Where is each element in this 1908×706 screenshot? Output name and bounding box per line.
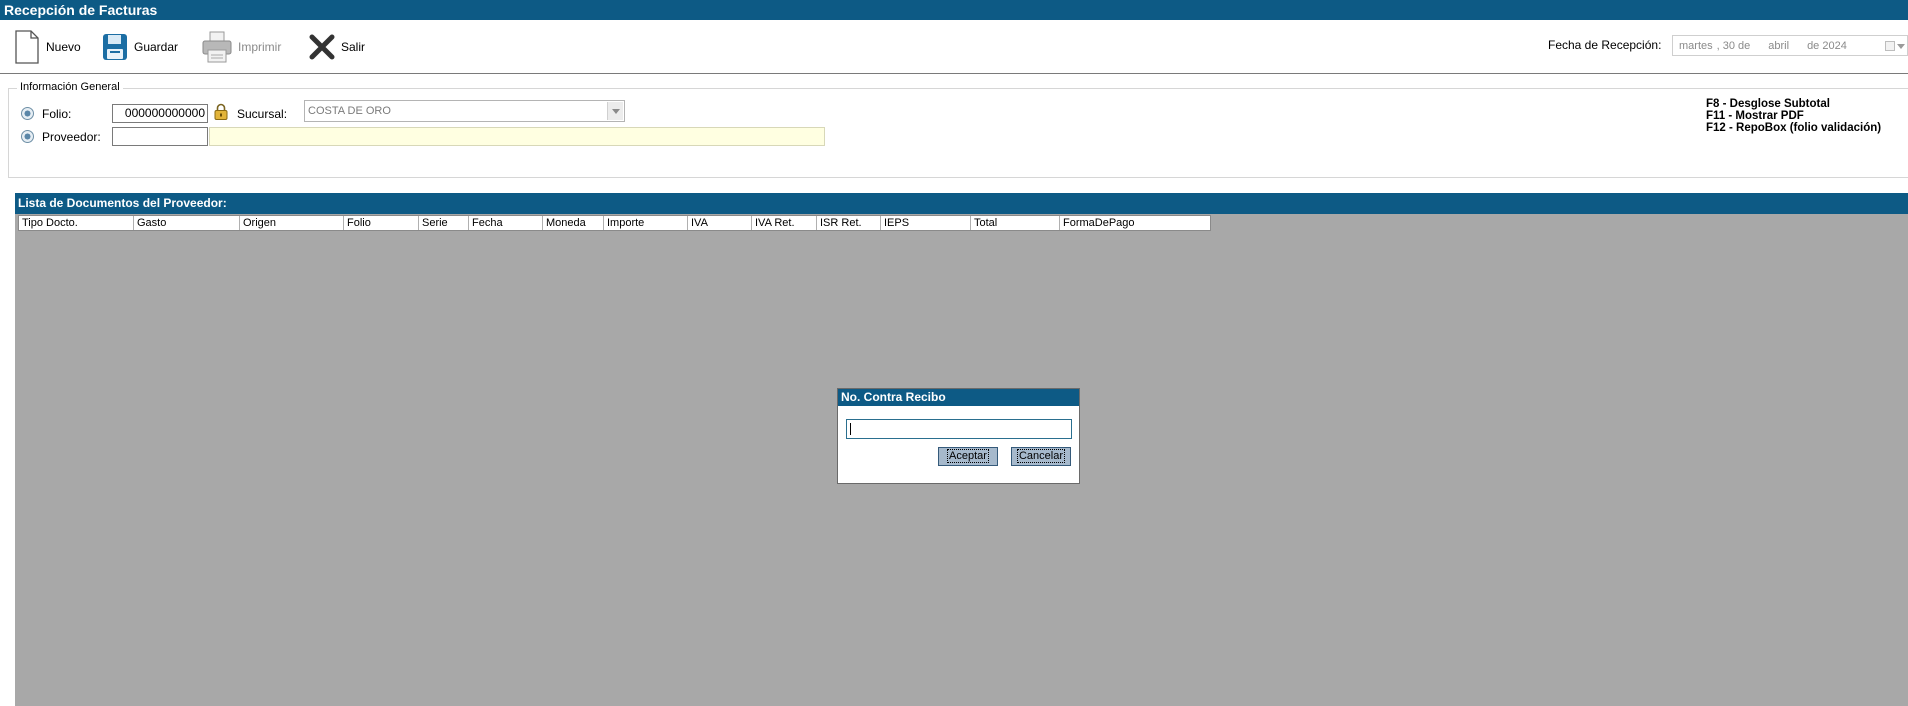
column-header[interactable]: Moneda	[543, 216, 604, 230]
column-header[interactable]: Folio	[344, 216, 419, 230]
folio-input[interactable]: 000000000000	[112, 104, 208, 123]
close-icon	[309, 34, 335, 60]
column-header[interactable]: Serie	[419, 216, 469, 230]
sucursal-label: Sucursal:	[237, 107, 288, 121]
chevron-down-icon	[607, 102, 623, 120]
reception-date-picker[interactable]: martes , 30 de abril de 2024	[1672, 35, 1908, 56]
reception-date-label: Fecha de Recepción:	[1548, 38, 1662, 52]
contra-recibo-input[interactable]	[846, 419, 1072, 439]
cancel-button[interactable]: Cancelar	[1011, 447, 1071, 466]
exit-button-label: Salir	[341, 40, 366, 54]
save-icon	[103, 34, 127, 60]
documents-header: Lista de Documentos del Proveedor:	[15, 193, 1908, 214]
column-header[interactable]: IEPS	[881, 216, 971, 230]
contra-recibo-dialog: No. Contra Recibo Aceptar Cancelar	[837, 388, 1080, 484]
date-checkbox[interactable]	[1885, 41, 1895, 51]
folio-radio-icon[interactable]	[21, 107, 34, 120]
proveedor-radio-icon[interactable]	[21, 130, 34, 143]
column-header[interactable]: IVA Ret.	[752, 216, 817, 230]
date-day: , 30 de	[1716, 39, 1751, 52]
shortcut-f8: F8 - Desglose Subtotal	[1706, 98, 1830, 110]
accept-button-label: Aceptar	[947, 449, 989, 463]
toolbar: Nuevo Guardar Imprimir Salir Fecha de Re…	[0, 20, 1908, 74]
cancel-button-label: Cancelar	[1016, 449, 1066, 463]
general-info-legend: Información General	[17, 81, 123, 93]
documents-grid-header: Tipo Docto. Gasto Origen Folio Serie Fec…	[18, 215, 1211, 231]
column-header[interactable]: Tipo Docto.	[19, 216, 134, 230]
column-header[interactable]: Gasto	[134, 216, 240, 230]
shortcut-f11: F11 - Mostrar PDF	[1706, 110, 1804, 119]
window-title: Recepción de Facturas	[0, 0, 1908, 20]
lock-icon[interactable]	[214, 103, 228, 120]
column-header[interactable]: Total	[971, 216, 1060, 230]
column-header[interactable]: Fecha	[469, 216, 543, 230]
new-button[interactable]: Nuevo	[14, 29, 81, 65]
column-header[interactable]: Origen	[240, 216, 344, 230]
dialog-title: No. Contra Recibo	[838, 389, 1079, 406]
exit-button[interactable]: Salir	[309, 29, 365, 65]
date-year: de 2024	[1807, 39, 1847, 52]
date-weekday: martes	[1679, 39, 1713, 52]
date-dropdown-button[interactable]	[1885, 39, 1905, 53]
chevron-down-icon	[1897, 43, 1905, 49]
save-button[interactable]: Guardar	[102, 29, 178, 65]
shortcut-f12: F12 - RepoBox (folio validación)	[1706, 122, 1882, 134]
printer-icon	[202, 31, 232, 63]
print-button[interactable]: Imprimir	[202, 29, 281, 65]
accept-button[interactable]: Aceptar	[938, 447, 998, 466]
save-button-label: Guardar	[134, 40, 179, 54]
date-month: abril	[1768, 39, 1790, 52]
proveedor-name-field	[209, 127, 825, 146]
folio-label: Folio:	[42, 107, 72, 121]
new-document-icon	[15, 30, 39, 64]
new-button-label: Nuevo	[46, 40, 81, 54]
proveedor-label: Proveedor:	[42, 130, 101, 144]
text-caret	[850, 423, 851, 435]
sucursal-value: COSTA DE ORO	[308, 105, 391, 117]
general-info-group: Información General Folio: 000000000000 …	[8, 81, 1908, 178]
sucursal-select[interactable]: COSTA DE ORO	[304, 100, 625, 122]
column-header[interactable]: Importe	[604, 216, 688, 230]
proveedor-input[interactable]	[112, 127, 208, 146]
column-header[interactable]: IVA	[688, 216, 752, 230]
print-button-label: Imprimir	[238, 40, 282, 54]
column-header[interactable]: FormaDePago	[1060, 216, 1210, 230]
column-header[interactable]: ISR Ret.	[817, 216, 881, 230]
